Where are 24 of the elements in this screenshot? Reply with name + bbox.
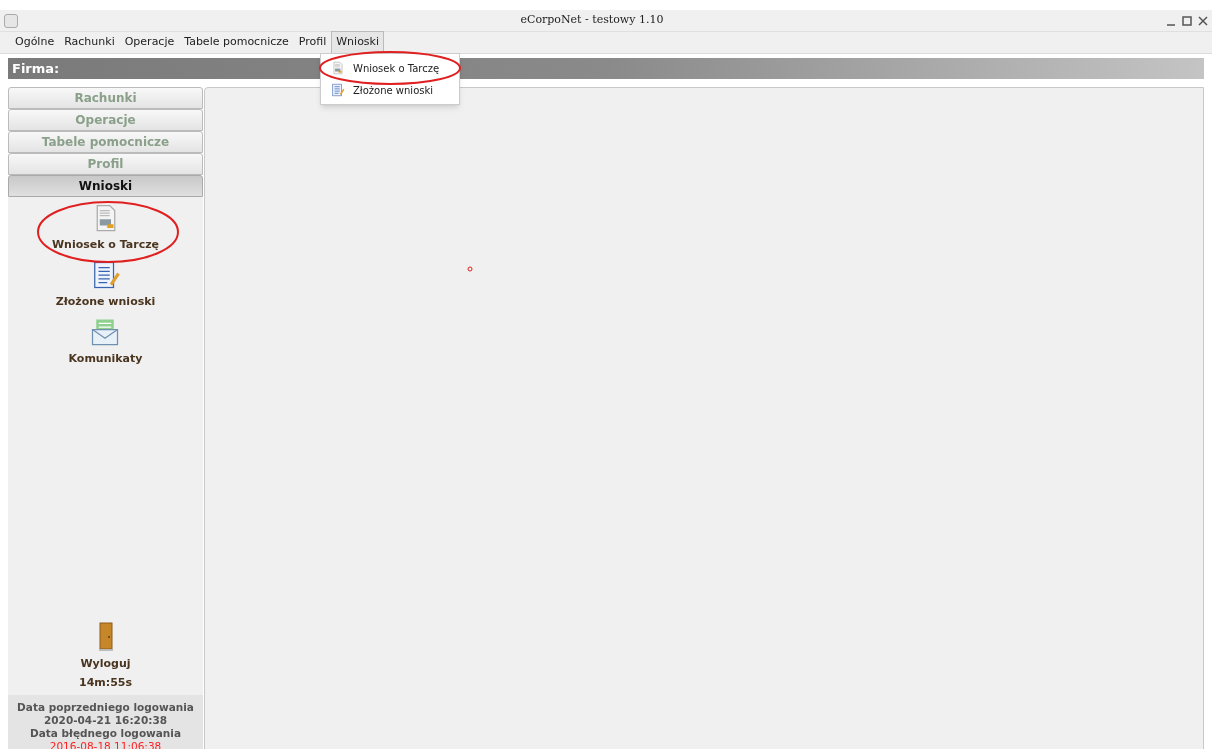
menu-item[interactable]: Rachunki bbox=[59, 31, 120, 54]
dropdown-item[interactable]: Złożone wnioski bbox=[321, 79, 459, 101]
menu-item[interactable]: Profil bbox=[293, 31, 332, 54]
sidebar-shortcut[interactable]: Złożone wnioski bbox=[55, 260, 156, 317]
maximize-icon[interactable] bbox=[1182, 15, 1192, 26]
login-info-text: Data błędnego logowania bbox=[29, 727, 182, 740]
list-document-icon bbox=[331, 83, 345, 97]
login-info-text: 2020-04-21 16:20:38 bbox=[43, 714, 168, 727]
login-info-text: Data poprzedniego logowania bbox=[17, 701, 194, 714]
sidebar-shortcut[interactable]: Komunikaty bbox=[68, 317, 143, 374]
window-title: eCorpoNet - testowy 1.10 bbox=[519, 12, 665, 29]
close-icon[interactable] bbox=[1198, 15, 1208, 26]
window-menu-button[interactable] bbox=[4, 13, 18, 28]
menu-item[interactable]: Tabele pomocnicze bbox=[179, 31, 294, 54]
logout-label[interactable]: Wyloguj bbox=[80, 656, 131, 673]
sidebar-section-tab[interactable]: Wnioski bbox=[8, 175, 203, 197]
envelope-icon bbox=[90, 317, 121, 347]
session-timer: 14m:55s bbox=[79, 674, 132, 691]
annotation-dot bbox=[467, 266, 473, 272]
door-icon[interactable] bbox=[97, 622, 114, 652]
document-icon bbox=[331, 61, 345, 75]
menu-item[interactable]: Operacje bbox=[119, 31, 180, 54]
menu-item[interactable]: Wnioski bbox=[331, 31, 385, 54]
menu-item[interactable]: Ogólne bbox=[10, 31, 60, 54]
